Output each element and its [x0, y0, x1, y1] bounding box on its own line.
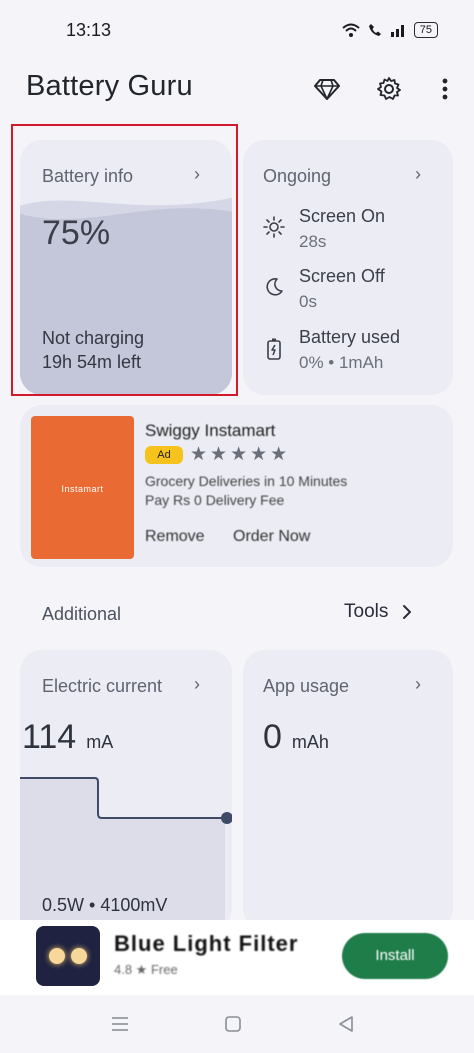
banner-subtitle: 4.8 ★ Free [114, 962, 178, 977]
rating-stars: ★★★★★ [190, 444, 291, 465]
moon-icon [266, 278, 283, 296]
ad-title[interactable]: Swiggy Instamart [145, 421, 275, 441]
square-icon [225, 1016, 241, 1032]
back-triangle-icon [339, 1016, 353, 1032]
tools-link[interactable]: Tools [344, 601, 412, 623]
ad-remove-button[interactable]: Remove [145, 528, 205, 546]
banner-title[interactable]: Blue Light Filter [114, 931, 298, 957]
diamond-icon [314, 79, 340, 100]
battery-used-row: Battery used 0% • 1mAh [263, 327, 400, 373]
electric-current-value: 114 [22, 718, 77, 756]
banner-app-icon[interactable] [36, 926, 100, 986]
screen-off-label: Screen Off [299, 266, 385, 286]
app-usage-unit: mAh [291, 732, 329, 752]
screen-off-row: Screen Off 0s [263, 266, 385, 312]
app-title: Battery Guru [26, 70, 193, 102]
app-usage-value: 0 [263, 718, 282, 756]
ongoing-title: Ongoing [263, 166, 332, 186]
status-icons: 75 [342, 22, 438, 38]
gear-icon [377, 77, 401, 100]
electric-current-title: Electric current [42, 676, 163, 696]
ad-image-logo: Instamart [61, 484, 104, 494]
chevron-right-icon [403, 605, 412, 619]
more-options-button[interactable] [428, 72, 462, 106]
chevron-right-icon: › [415, 164, 421, 184]
screen-on-value: 28s [299, 232, 327, 251]
call-icon [368, 24, 381, 36]
screen-on-label: Screen On [299, 206, 386, 226]
electric-current-reading: 114 mA [22, 718, 113, 757]
back-button[interactable] [334, 1013, 358, 1035]
ad-card[interactable]: Instamart Swiggy Instamart Ad ★★★★★ Groc… [20, 405, 453, 567]
eye-icon [49, 948, 65, 964]
additional-section-label: Additional [42, 604, 122, 624]
battery-used-value: 0% • 1mAh [299, 353, 384, 372]
app-usage-card[interactable]: App usage › [243, 650, 453, 930]
ad-badge: Ad [145, 446, 183, 464]
wifi-icon [342, 23, 360, 37]
status-time: 13:13 [66, 20, 112, 40]
app-usage-title: App usage [263, 676, 350, 696]
sun-icon [263, 216, 285, 238]
ongoing-card[interactable]: Ongoing › Screen On 28s Screen Off 0s Ba… [243, 140, 453, 395]
chevron-right-icon: › [415, 674, 421, 694]
ad-order-button[interactable]: Order Now [233, 528, 310, 546]
more-vertical-icon [442, 78, 448, 100]
ad-description-1: Grocery Deliveries in 10 Minutes [145, 473, 348, 489]
app-usage-reading: 0 mAh [263, 718, 329, 757]
screen-on-row: Screen On 28s [263, 206, 385, 252]
ad-image[interactable]: Instamart [31, 416, 134, 559]
screen-off-value: 0s [299, 292, 317, 311]
highlight-box [11, 124, 238, 396]
chevron-right-icon: › [194, 674, 200, 694]
battery-charge-icon [267, 338, 281, 360]
status-battery: 75 [413, 22, 438, 38]
install-button[interactable]: Install [342, 933, 448, 979]
eye-icon [71, 948, 87, 964]
menu-icon [112, 1017, 128, 1031]
tools-label: Tools [344, 601, 389, 622]
home-button[interactable] [221, 1013, 245, 1035]
settings-button[interactable] [372, 72, 406, 106]
recents-button[interactable] [108, 1013, 132, 1035]
signal-icon [390, 25, 404, 37]
premium-button[interactable] [310, 72, 344, 106]
ad-description-2: Pay Rs 0 Delivery Fee [145, 492, 285, 508]
battery-used-label: Battery used [299, 327, 401, 347]
power-voltage: 0.5W • 4100mV [42, 895, 168, 915]
electric-current-unit: mA [86, 732, 114, 752]
